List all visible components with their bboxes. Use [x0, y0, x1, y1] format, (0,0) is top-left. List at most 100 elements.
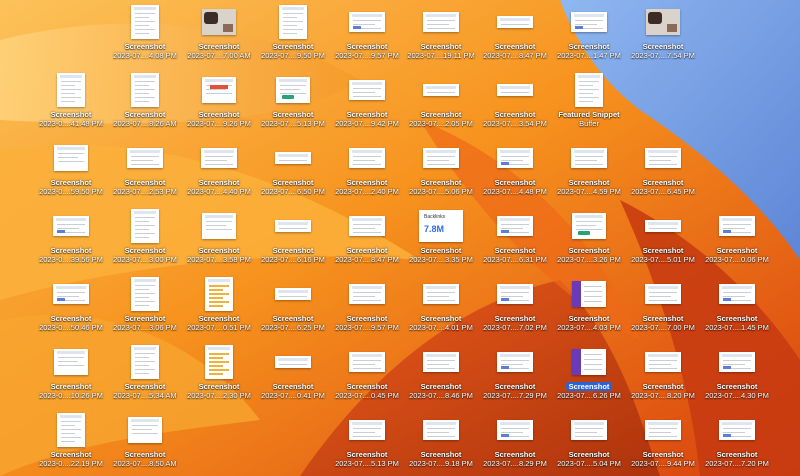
desktop-file-icon[interactable]: Backlinks 7.8M Screenshot 2023-07....3.35 P…	[404, 208, 478, 272]
thumbnail-frame	[205, 344, 233, 380]
desktop-file-icon[interactable]: Screenshot 2023-07....5.13 PM	[256, 72, 330, 136]
desktop-file-icon[interactable]: Screenshot 2023-07....2.40 PM	[330, 140, 404, 204]
desktop-file-icon[interactable]: Screenshot 2023-07....8.50 AM	[108, 412, 182, 476]
file-name-detail: 2023-07....7.29 PM	[483, 391, 547, 400]
thumbnail-frame	[275, 276, 311, 312]
desktop-file-icon[interactable]: Screenshot 2023-0....10.26 PM	[34, 344, 108, 408]
desktop-file-icon[interactable]: Screenshot 2023-07....9.18 PM	[404, 412, 478, 476]
desktop-file-icon[interactable]: Screenshot 2023-07....4.40 PM	[182, 140, 256, 204]
desktop-file-icon[interactable]: Screenshot 2023-07....0.51 PM	[182, 276, 256, 340]
desktop-file-icon[interactable]: Screenshot 2023-07....4.48 PM	[478, 140, 552, 204]
screenshot-thumbnail-image	[645, 284, 681, 304]
desktop-file-icon[interactable]: Screenshot 2023-07....5.04 PM	[552, 412, 626, 476]
file-name-detail: 2023-07....6.31 PM	[483, 255, 547, 264]
desktop-file-icon[interactable]: Screenshot 2023-07....8.47 PM	[478, 4, 552, 68]
file-name-label: Screenshot	[272, 110, 314, 119]
desktop-file-icon[interactable]: Screenshot 2023-07....9.26 PM	[182, 72, 256, 136]
desktop-file-icon[interactable]: Screenshot 2023-07....4.59 PM	[552, 140, 626, 204]
screenshot-thumbnail-image	[572, 213, 606, 239]
desktop-file-icon[interactable]: Screenshot 2023-07....7.02 PM	[478, 276, 552, 340]
desktop-file-icon[interactable]: Screenshot 2023-07....7.29 PM	[478, 344, 552, 408]
file-name-label: Screenshot	[494, 382, 536, 391]
file-name-label: Screenshot	[420, 382, 462, 391]
thumbnail-frame	[54, 140, 88, 176]
thumbnail-frame	[575, 72, 603, 108]
desktop-file-icon[interactable]: Screenshot 2023-07....3.26 PM	[552, 208, 626, 272]
desktop-file-icon[interactable]: Screenshot 2023-07....6.31 PM	[478, 208, 552, 272]
desktop-file-icon[interactable]: Screenshot 2023-07....3.00 PM	[108, 208, 182, 272]
file-name-label: Screenshot	[568, 178, 610, 187]
desktop-file-icon[interactable]: Screenshot 2023-07....8.47 PM	[330, 208, 404, 272]
desktop-file-icon[interactable]: Screenshot 2023-07....0.41 PM	[256, 344, 330, 408]
desktop-file-icon[interactable]: Screenshot 2023-07....4.08 PM	[108, 4, 182, 68]
desktop-file-icon[interactable]: Screenshot 2023-07....5.06 PM	[404, 140, 478, 204]
desktop-file-icon[interactable]: Screenshot 2023-07....9.50 PM	[256, 4, 330, 68]
desktop-file-icon[interactable]: Screenshot 2023-07....1.47 PM	[552, 4, 626, 68]
screenshot-thumbnail-image	[423, 284, 459, 304]
desktop-file-icon[interactable]: Screenshot 2023-07....0.06 PM	[700, 208, 774, 272]
desktop-file-icon[interactable]: Screenshot 2023-07....9.57 PM	[330, 276, 404, 340]
desktop-file-icon[interactable]: Featured Snippet Buffer	[552, 72, 626, 136]
desktop-file-icon[interactable]: Screenshot 2023-07....19.11 PM	[404, 4, 478, 68]
desktop-file-icon[interactable]: Screenshot 2023-07....9.44 PM	[626, 412, 700, 476]
desktop-file-icon[interactable]: Screenshot 2023-07....5.13 PM	[330, 412, 404, 476]
file-name-label: Screenshot	[346, 42, 388, 51]
desktop-file-icon[interactable]: Screenshot 2023-07....6.45 PM	[626, 140, 700, 204]
desktop-file-icon[interactable]: Screenshot 2023-07....7.00 PM	[626, 276, 700, 340]
desktop-file-icon[interactable]: Screenshot 2023-07....7.20 PM	[700, 412, 774, 476]
desktop-file-icon[interactable]: Screenshot 2023-07....4.30 PM	[700, 344, 774, 408]
desktop-file-icon[interactable]: Screenshot 2023-07....8.20 PM	[626, 344, 700, 408]
file-name-detail: 2023-07....2.05 PM	[409, 119, 473, 128]
desktop-file-icon[interactable]: Screenshot 2023-07....5.34 AM	[108, 344, 182, 408]
desktop-file-icon[interactable]: Screenshot 2023-07....0.45 PM	[330, 344, 404, 408]
desktop-file-icon[interactable]: Screenshot 2023-07....7.00 AM	[182, 4, 256, 68]
file-name-label: Screenshot	[198, 382, 240, 391]
desktop-file-icon[interactable]: Screenshot 2023-07....8.46 PM	[404, 344, 478, 408]
desktop-file-icon[interactable]: Screenshot 2023-07....8.29 PM	[478, 412, 552, 476]
desktop-file-icon[interactable]: Screenshot 2023-07....6.25 PM	[256, 276, 330, 340]
desktop-file-icon[interactable]: Screenshot 2023-07....3.54 PM	[478, 72, 552, 136]
file-name-detail: 2023-07....8.50 AM	[113, 459, 177, 468]
desktop-file-icon[interactable]: Screenshot 2023-0....50.46 PM	[34, 276, 108, 340]
desktop-file-icon[interactable]: Screenshot 2023-0....41.48 PM	[34, 72, 108, 136]
desktop-file-icon[interactable]: Screenshot 2023-07....1.45 PM	[700, 276, 774, 340]
thumbnail-frame: Backlinks 7.8M	[419, 208, 463, 244]
desktop-file-icon[interactable]: Screenshot 2023-07....7.54 PM	[626, 4, 700, 68]
desktop-file-icon[interactable]: Screenshot 2023-07....3.58 PM	[182, 208, 256, 272]
desktop-file-icon[interactable]: Screenshot 2023-0....39.56 PM	[34, 208, 108, 272]
thumbnail-frame	[128, 412, 162, 448]
desktop-file-icon[interactable]: Screenshot 2023-07....2.30 PM	[182, 344, 256, 408]
file-name-label: Screenshot	[568, 42, 610, 51]
file-name-detail: 2023-0....39.56 PM	[39, 255, 103, 264]
desktop-file-icon[interactable]: Screenshot 2023-07....9.57 PM	[330, 4, 404, 68]
desktop-file-icon[interactable]: Screenshot 2023-07....8.26 AM	[108, 72, 182, 136]
desktop-file-icon[interactable]: Screenshot 2023-07....6.50 PM	[256, 140, 330, 204]
screenshot-thumbnail-image	[497, 420, 533, 440]
thumbnail-frame	[571, 412, 607, 448]
desktop-file-icon[interactable]: Screenshot 2023-0....59.50 PM	[34, 140, 108, 204]
empty-slot	[182, 412, 256, 476]
desktop-file-icon[interactable]: Screenshot 2023-07....9.42 PM	[330, 72, 404, 136]
file-name-label: Screenshot	[642, 246, 684, 255]
desktop-file-icon[interactable]: Screenshot 2023-07....3.06 PM	[108, 276, 182, 340]
thumbnail-frame	[423, 4, 459, 40]
file-name-detail: 2023-07....6.45 PM	[631, 187, 695, 196]
desktop-file-icon[interactable]: Screenshot 2023-07....6.16 PM	[256, 208, 330, 272]
thumbnail-frame	[279, 4, 307, 40]
file-name-label: Screenshot	[124, 42, 166, 51]
file-name-label: Screenshot	[494, 314, 536, 323]
screenshot-thumbnail-image	[497, 216, 533, 236]
file-name-label: Screenshot	[346, 450, 388, 459]
desktop-file-icon[interactable]: Screenshot 2023-07....6.26 PM	[552, 344, 626, 408]
desktop-file-icon[interactable]: Screenshot 2023-07....2.05 PM	[404, 72, 478, 136]
file-name-label: Screenshot	[494, 42, 536, 51]
desktop-file-icon[interactable]: Screenshot 2023-0....22.19 PM	[34, 412, 108, 476]
desktop-file-icon[interactable]: Screenshot 2023-07....4.03 PM	[552, 276, 626, 340]
thumbnail-frame	[572, 208, 606, 244]
desktop-file-icon[interactable]: Screenshot 2023-07....4.01 PM	[404, 276, 478, 340]
screenshot-thumbnail-image	[53, 216, 89, 236]
file-name-detail: 2023-07....3.54 PM	[483, 119, 547, 128]
file-name-detail: 2023-07....0.06 PM	[705, 255, 769, 264]
desktop-file-icon[interactable]: Screenshot 2023-07....5.01 PM	[626, 208, 700, 272]
desktop-file-icon[interactable]: Screenshot 2023-07....2.53 PM	[108, 140, 182, 204]
